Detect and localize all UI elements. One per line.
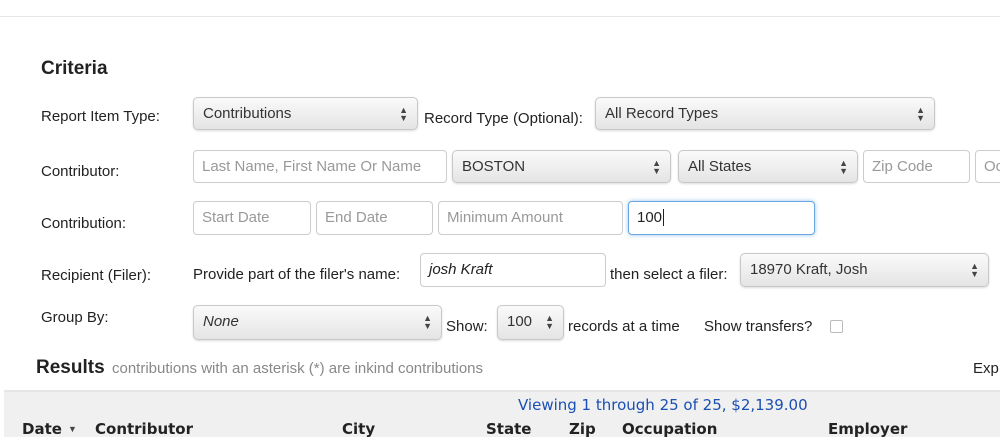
updown-arrows-icon: ▲ ▼ (545, 313, 554, 331)
record-type-label: Record Type (Optional): (424, 110, 583, 127)
city-select[interactable]: BOSTON ▲ ▼ (452, 150, 671, 183)
updown-arrows-icon: ▲ ▼ (916, 105, 925, 123)
recipient-label: Recipient (Filer): (41, 267, 152, 284)
zip-code-input[interactable]: Zip Code (863, 150, 970, 183)
show-label: Show: (446, 318, 488, 335)
top-divider (0, 16, 1000, 17)
column-zip[interactable]: Zip (569, 420, 596, 438)
updown-arrows-icon: ▲ ▼ (423, 313, 432, 331)
group-by-value: None (203, 313, 239, 330)
report-item-type-select[interactable]: Contributions ▲ ▼ (193, 97, 418, 130)
criteria-title: Criteria (41, 58, 108, 79)
start-date-input[interactable]: Start Date (193, 201, 311, 235)
column-state[interactable]: State (486, 420, 531, 438)
column-employer[interactable]: Employer (828, 420, 907, 438)
results-summary: Viewing 1 through 25 of 25, $2,139.00 (518, 396, 808, 414)
show-transfers-checkbox[interactable] (830, 320, 843, 333)
page-size-select[interactable]: 100 ▲ ▼ (497, 305, 564, 340)
records-label: records at a time (568, 318, 680, 335)
column-city[interactable]: City (342, 420, 375, 438)
maximum-amount-value: 100 (637, 209, 663, 226)
filer-name-input[interactable]: josh Kraft (420, 253, 606, 287)
updown-arrows-icon: ▲ ▼ (399, 105, 408, 123)
show-transfers-label: Show transfers? (704, 318, 813, 335)
end-date-input[interactable]: End Date (316, 201, 433, 235)
sort-desc-icon[interactable]: ▼ (68, 424, 77, 434)
results-title: Results (36, 357, 105, 378)
state-value: All States (688, 158, 752, 175)
export-link[interactable]: Exp (973, 360, 999, 377)
updown-arrows-icon: ▲ ▼ (970, 261, 979, 279)
filer-select[interactable]: 18970 Kraft, Josh ▲ ▼ (740, 253, 989, 287)
report-item-type-value: Contributions (203, 105, 292, 122)
occupation-input[interactable]: Oc (975, 150, 1000, 183)
city-value: BOSTON (462, 158, 526, 175)
group-by-select[interactable]: None ▲ ▼ (193, 305, 442, 340)
minimum-amount-input[interactable]: Minimum Amount (438, 201, 623, 235)
filer-select-prompt: then select a filer: (610, 266, 728, 283)
contributor-name-input[interactable]: Last Name, First Name Or Name (193, 150, 447, 183)
maximum-amount-input[interactable]: 100 (628, 201, 815, 235)
column-date[interactable]: Date (22, 420, 62, 438)
record-type-select[interactable]: All Record Types ▲ ▼ (595, 97, 935, 130)
results-note: contributions with an asterisk (*) are i… (112, 360, 484, 377)
filer-name-prompt: Provide part of the filer's name: (193, 266, 401, 283)
column-contributor[interactable]: Contributor (95, 420, 193, 438)
page-size-value: 100 (507, 313, 533, 330)
updown-arrows-icon: ▲ ▼ (652, 158, 661, 176)
contributor-label: Contributor: (41, 163, 120, 180)
group-by-label: Group By: (41, 309, 109, 326)
column-occupation[interactable]: Occupation (622, 420, 717, 438)
record-type-value: All Record Types (605, 105, 719, 122)
report-item-type-label: Report Item Type: (41, 108, 160, 125)
contribution-label: Contribution: (41, 215, 127, 232)
state-select[interactable]: All States ▲ ▼ (678, 150, 858, 183)
updown-arrows-icon: ▲ ▼ (839, 158, 848, 176)
filer-value: 18970 Kraft, Josh (750, 261, 868, 278)
